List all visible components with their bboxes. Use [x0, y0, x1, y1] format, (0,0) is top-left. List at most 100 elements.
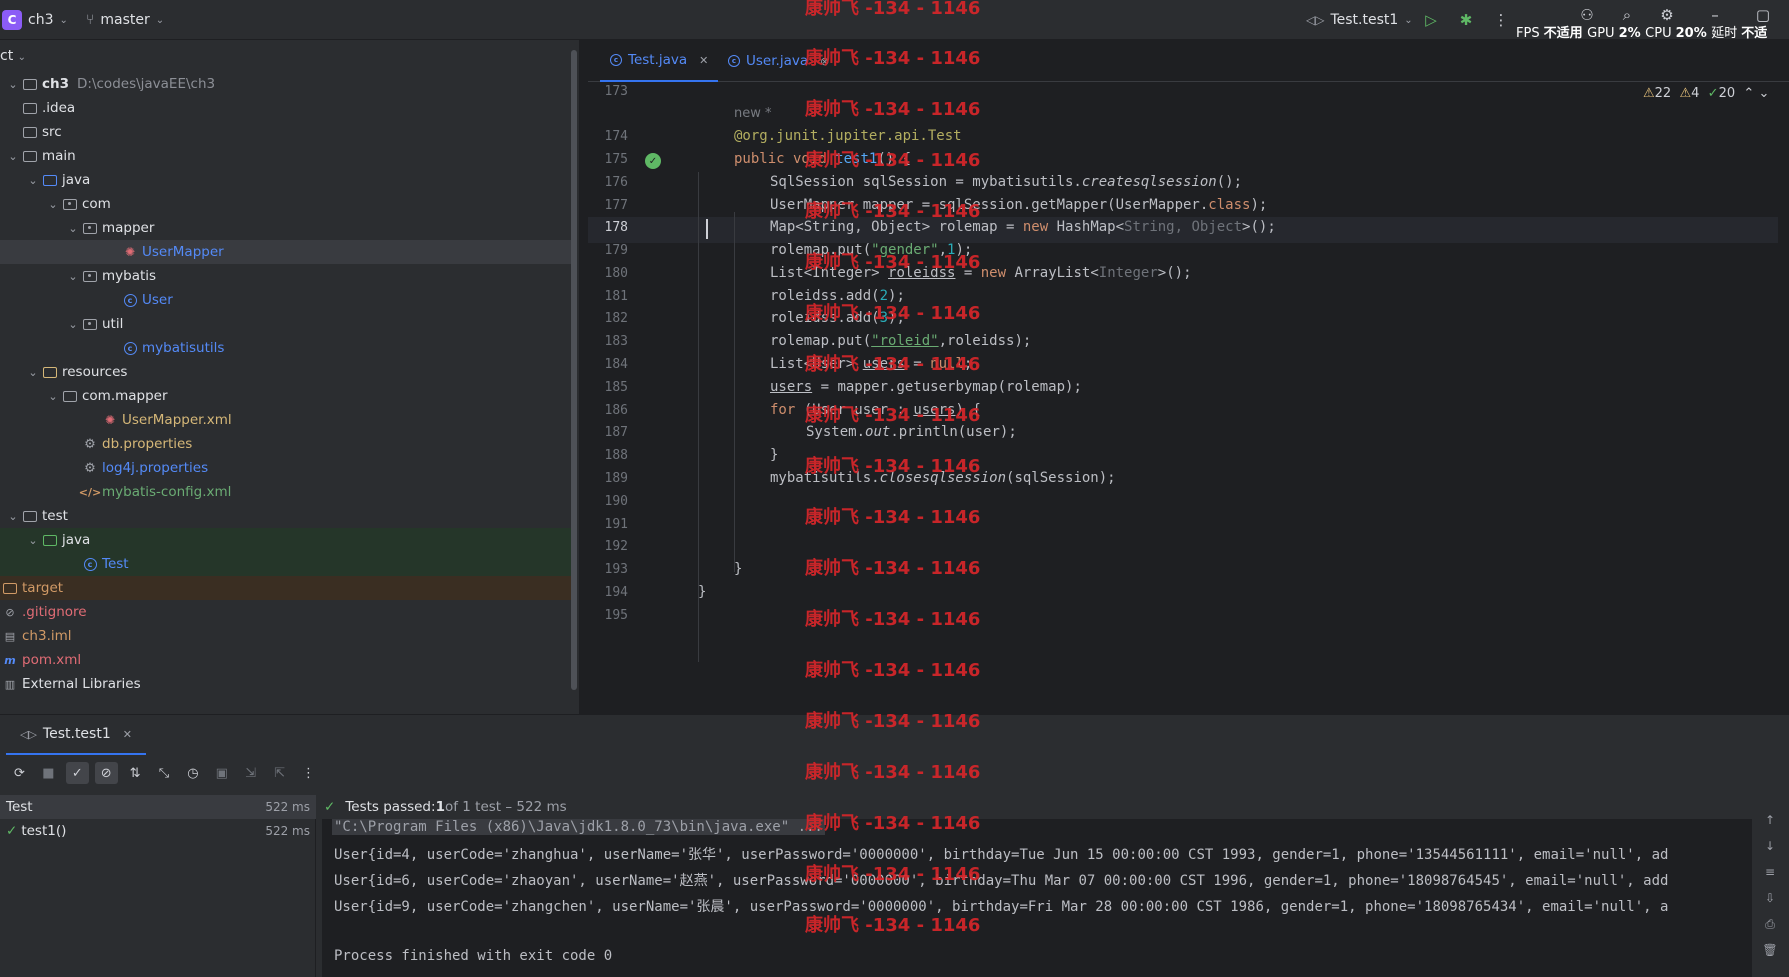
line-number: 195	[604, 608, 628, 623]
library-icon: ▥	[4, 677, 16, 691]
tree-item[interactable]: ⌄ util	[0, 312, 574, 336]
tree-item[interactable]: ✺ UserMapper.xml	[0, 408, 574, 432]
print-icon[interactable]: ⎙	[1762, 917, 1778, 933]
editor-tabs: c Test.java ✕ c User.java ⊗	[588, 40, 1789, 82]
tree-item[interactable]: ⌄ com.mapper	[0, 384, 574, 408]
chevron-down-icon[interactable]: ⌄	[26, 534, 40, 547]
code-token: List<Integer>	[770, 265, 889, 281]
run-config-name: Test.test1	[1330, 12, 1399, 28]
history-icon[interactable]: ◷	[181, 762, 204, 784]
run-config-selector[interactable]: ◁▷ Test.test1 ⌄	[1306, 10, 1413, 30]
code-vision-hint[interactable]: new *	[734, 106, 772, 121]
chevron-down-icon[interactable]: ⌄	[6, 78, 20, 91]
tree-item[interactable]: c Test	[0, 552, 574, 576]
chevron-down-icon[interactable]: ⌄	[46, 198, 60, 211]
tree-item[interactable]: ⌄ java	[0, 528, 574, 552]
arrow-down-icon[interactable]: ↓	[1762, 839, 1778, 855]
chevron-down-icon[interactable]: ⌄	[46, 390, 60, 403]
tree-item[interactable]: ▤ ch3.iml	[0, 624, 574, 648]
tree-item[interactable]: ⚙ log4j.properties	[0, 456, 574, 480]
tree-item[interactable]: m pom.xml	[0, 648, 574, 672]
run-tab-test1[interactable]: ◁▷ Test.test1 ✕	[6, 715, 146, 755]
code-area[interactable]: new * @org.junit.jupiter.api.Test public v…	[588, 82, 1789, 714]
code-token: closesqlsession	[879, 470, 1007, 486]
code-line: rolemap.put("roleid",roleidss);	[770, 333, 1031, 349]
tree-item[interactable]: ⚙ db.properties	[0, 432, 574, 456]
close-icon[interactable]: ✕	[123, 728, 132, 741]
arrow-up-icon[interactable]: ↑	[1762, 813, 1778, 829]
stop-icon[interactable]: ■	[37, 762, 60, 784]
tree-item[interactable]: c User	[0, 288, 574, 312]
tree-item[interactable]: ⌄ ch3 D:\codes\javaEE\ch3	[0, 72, 574, 96]
tree-item-label: main	[42, 148, 76, 164]
tree-item[interactable]: ⌄ main	[0, 144, 574, 168]
tree-item[interactable]: ▥ External Libraries	[0, 672, 574, 696]
code-token: users	[770, 379, 813, 395]
tab-test-java[interactable]: c Test.java ✕	[600, 40, 719, 82]
chevron-down-icon[interactable]: ⌄	[66, 270, 80, 283]
code-token: 3	[879, 310, 889, 326]
project-scrollbar[interactable]	[571, 50, 577, 690]
tree-item-label: test	[42, 508, 68, 524]
chevron-down-icon[interactable]: ⌄	[26, 366, 40, 379]
tab-user-java[interactable]: c User.java ⊗	[718, 40, 839, 82]
chevron-down-icon[interactable]: ⌄	[66, 222, 80, 235]
project-name: ch3	[28, 12, 54, 28]
tree-item[interactable]: c mybatisutils	[0, 336, 574, 360]
line-number: 187	[604, 425, 628, 440]
export-icon[interactable]: ⇱	[268, 762, 291, 784]
code-token: .println(user);	[890, 424, 1017, 440]
trash-icon[interactable]: 🗑	[1762, 943, 1778, 959]
line-number: 191	[604, 517, 628, 532]
test-tree-row-method[interactable]: ✓ test1() 522 ms	[0, 819, 316, 843]
sort-icon[interactable]: ⇅	[124, 762, 147, 784]
chevron-down-icon[interactable]: ⌄	[6, 510, 20, 523]
project-switcher[interactable]: C ch3 ⌄	[2, 10, 68, 30]
show-passed-icon[interactable]: ✓	[65, 762, 89, 784]
test-passed-icon[interactable]: ✓	[645, 153, 661, 169]
chevron-down-icon[interactable]: ⌄	[6, 150, 20, 163]
console-line: User{id=4, userCode='zhanghua', userName…	[334, 847, 1669, 863]
chevron-down-icon[interactable]: ⌄	[66, 318, 80, 331]
performance-overlay: FPS 不适用 GPU 2% CPU 20% 延时 不适	[1516, 22, 1767, 41]
tree-item[interactable]: ⌄ com	[0, 192, 574, 216]
run-panel: ◁▷ Test.test1 ✕ ⟳ ■ ✓ ⊘ ⇅ ⤡ ◷ ▣ ⇲ ⇱ ⋮ Te…	[0, 714, 1789, 977]
tree-item-label: src	[42, 124, 62, 140]
rerun-icon[interactable]: ⟳	[8, 762, 31, 784]
debug-icon[interactable]: ✱	[1455, 9, 1477, 31]
source-folder-icon	[42, 173, 58, 187]
close-icon[interactable]: ✕	[699, 54, 708, 67]
tree-item-label: External Libraries	[22, 676, 141, 692]
show-ignored-icon[interactable]: ⊘	[94, 762, 118, 784]
tree-item[interactable]: src	[0, 120, 574, 144]
tree-item[interactable]: </> mybatis-config.xml	[0, 480, 574, 504]
more-icon[interactable]: ⋮	[297, 762, 320, 784]
tree-item[interactable]: ✺ UserMapper	[0, 240, 574, 264]
tree-item[interactable]: ⌄ java	[0, 168, 574, 192]
chevron-down-icon[interactable]: ⌄	[26, 174, 40, 187]
code-token: out	[865, 424, 891, 440]
tree-item[interactable]: .idea	[0, 96, 574, 120]
code-token: Integer	[1098, 265, 1158, 281]
console-output[interactable]: "C:\Program Files (x86)\Java\jdk1.8.0_73…	[322, 795, 1752, 977]
line-number: 183	[604, 334, 628, 349]
tree-item[interactable]: ⌄ mapper	[0, 216, 574, 240]
collapse-icon[interactable]: ⤡	[153, 762, 176, 784]
tree-item[interactable]: ⌄ resources	[0, 360, 574, 384]
run-icon[interactable]: ▷	[1420, 9, 1442, 31]
more-icon[interactable]: ⋮	[1490, 9, 1512, 31]
tree-item[interactable]: ⌄ mybatis	[0, 264, 574, 288]
scroll-to-end-icon[interactable]: ⇩	[1762, 891, 1778, 907]
soft-wrap-icon[interactable]: ≡	[1762, 865, 1778, 881]
tree-item[interactable]: ⊘ .gitignore	[0, 600, 574, 624]
tree-item[interactable]: ⌄ test	[0, 504, 574, 528]
import-icon[interactable]: ⇲	[239, 762, 262, 784]
chevron-down-icon: ⌄	[59, 14, 68, 26]
test-tree-row-class[interactable]: Test 522 ms	[0, 795, 316, 819]
camera-icon[interactable]: ▣	[210, 762, 233, 784]
tree-item[interactable]: target	[0, 576, 574, 600]
branch-switcher[interactable]: ⑂ master ⌄	[86, 10, 164, 30]
close-icon[interactable]: ⊗	[820, 55, 829, 68]
project-view-selector[interactable]: ct ⌄	[0, 48, 26, 68]
maven-icon: m	[4, 653, 16, 667]
